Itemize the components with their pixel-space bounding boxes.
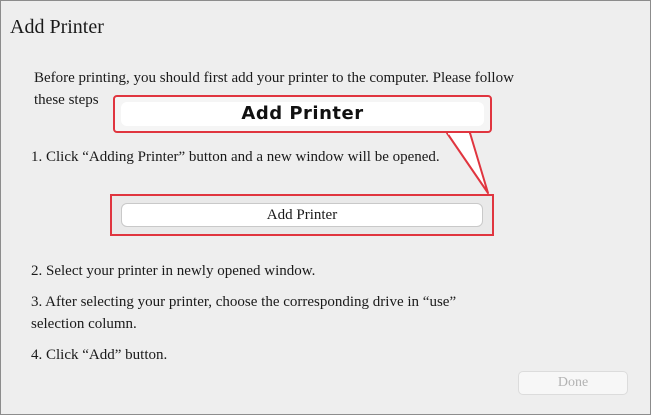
step-3-text-line1: 3. After selecting your printer, choose … xyxy=(31,294,457,310)
step-3-text-line2: selection column. xyxy=(31,316,137,332)
dialog-title: Add Printer xyxy=(10,16,104,38)
add-printer-button[interactable]: Add Printer xyxy=(121,203,483,227)
add-printer-callout: Add Printer xyxy=(113,95,492,133)
step-1-text: 1. Click “Adding Printer” button and a n… xyxy=(31,149,440,165)
done-button[interactable]: Done xyxy=(518,371,628,395)
intro-text-line2: these steps xyxy=(34,92,99,108)
add-printer-dialog: Add Printer Before printing, you should … xyxy=(0,0,651,415)
intro-text-line1: Before printing, you should first add yo… xyxy=(34,70,514,86)
add-printer-button-highlight: Add Printer xyxy=(110,194,494,236)
step-4-text: 4. Click “Add” button. xyxy=(31,347,168,363)
callout-label: Add Printer xyxy=(121,102,484,126)
step-2-text: 2. Select your printer in newly opened w… xyxy=(31,263,316,279)
